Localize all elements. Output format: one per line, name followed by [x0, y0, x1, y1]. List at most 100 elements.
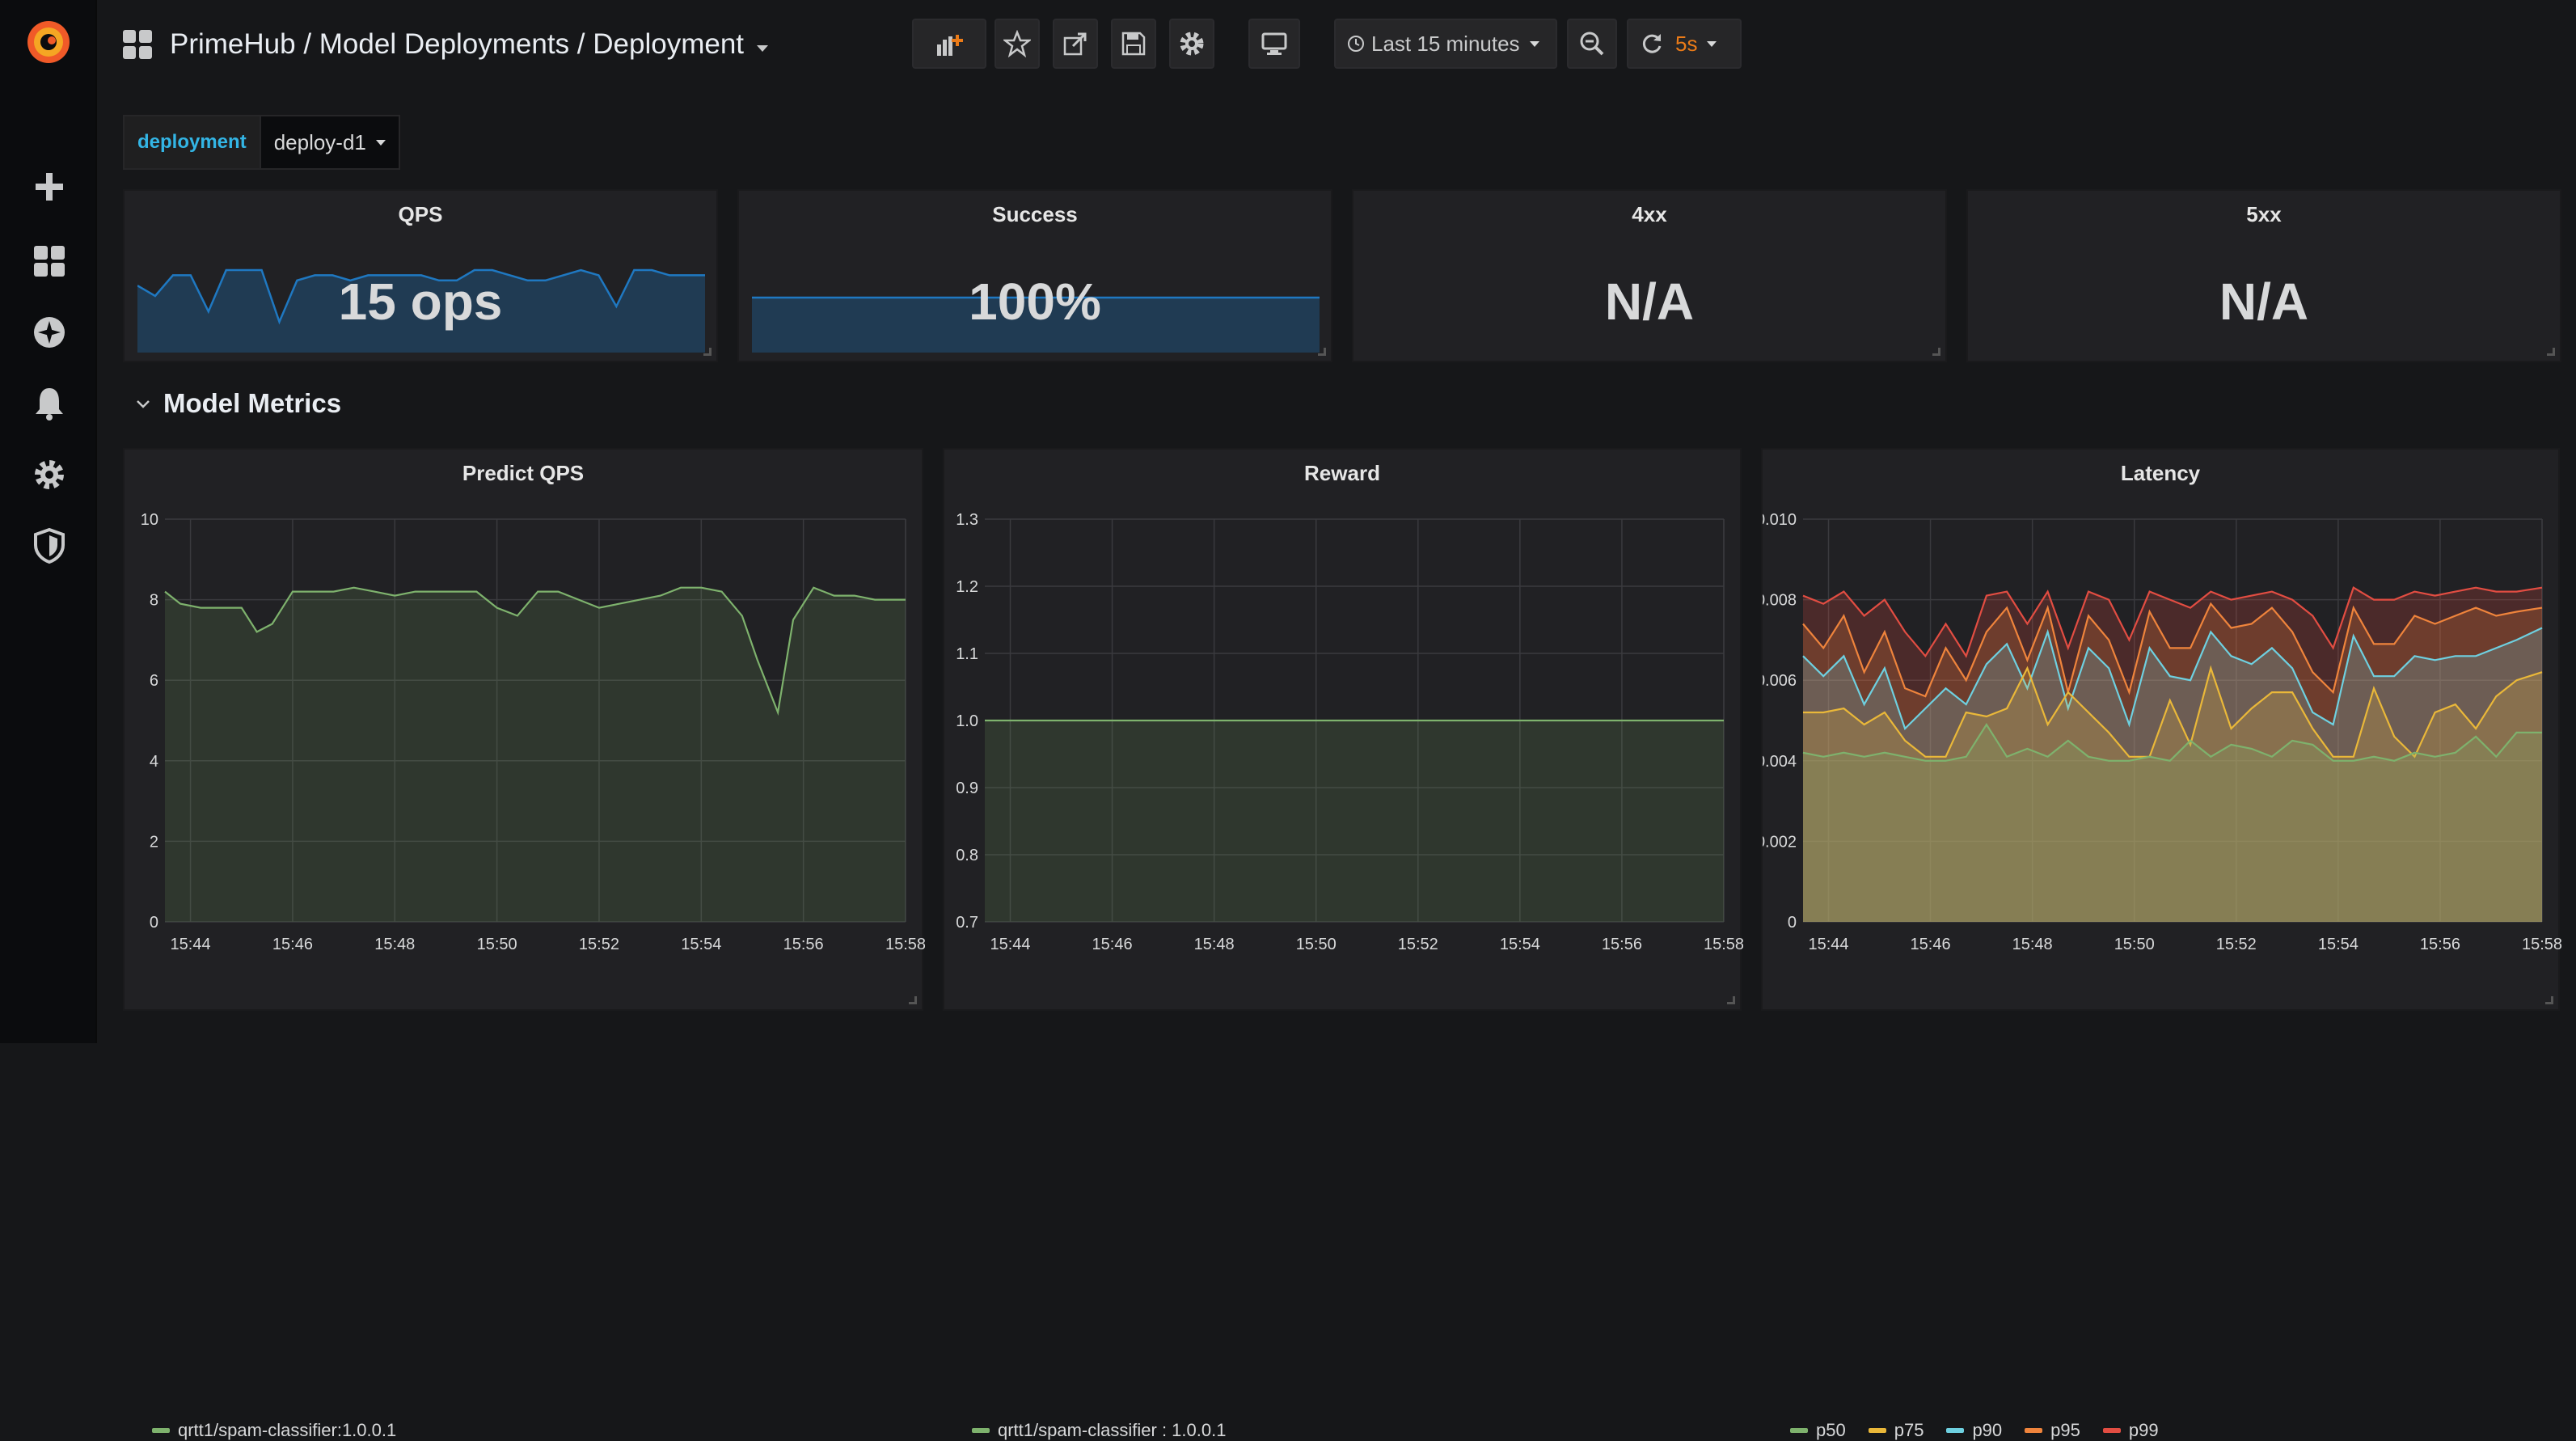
refresh-icon: [1642, 34, 1662, 53]
deployment-variable-select[interactable]: deploy-d1: [260, 115, 400, 170]
stat-value: 15 ops: [338, 273, 503, 331]
x-tick-label: 15:50: [1296, 936, 1337, 953]
add-panel-button[interactable]: [912, 19, 986, 69]
zoom-out-button[interactable]: [1567, 19, 1617, 69]
x-tick-label: 15:50: [2114, 936, 2155, 953]
x-tick-label: 15:58: [2522, 936, 2561, 953]
zoom-out-icon: [1580, 32, 1604, 56]
refresh-picker-button[interactable]: 5s: [1627, 19, 1742, 69]
add-panel-icon: [937, 35, 963, 56]
explore-compass-icon[interactable]: [31, 314, 68, 351]
y-tick-label: 1.0: [956, 712, 978, 730]
legend-label: qrtt1/spam-classifier : 1.0.0.1: [998, 1420, 1227, 1440]
panel-resize-handle[interactable]: [703, 348, 712, 356]
legend-item[interactable]: p50: [1790, 1420, 1846, 1441]
x-tick-label: 15:56: [1602, 936, 1642, 953]
y-tick-label: 0.008: [1763, 592, 1797, 610]
configuration-gear-icon[interactable]: [31, 456, 68, 493]
grafana-logo-icon[interactable]: [23, 16, 74, 68]
dashboard-title-button[interactable]: PrimeHub / Model Deployments / Deploymen…: [121, 24, 769, 65]
cycle-view-mode-button[interactable]: [1248, 19, 1300, 69]
y-tick-label: 1.2: [956, 578, 978, 596]
side-menu: [0, 0, 97, 1043]
graph-panel-latency[interactable]: 0 0.002 0.004 0.006 0.008 0.010 15:44 15:46 15:4…: [1761, 448, 2561, 1440]
series-area-qrtt1/spam-classifier:1.0.0.1: [165, 587, 906, 922]
chevron-down-icon: [1529, 40, 1539, 47]
dashboard-settings-button[interactable]: [1169, 19, 1214, 69]
legend-item[interactable]: p95: [2025, 1420, 2080, 1441]
legend-swatch: [1790, 1428, 1808, 1433]
stat-panel-qps[interactable]: QPS 15 ops: [123, 189, 718, 362]
x-tick-label: 15:56: [2420, 936, 2460, 953]
monitor-icon: [1261, 32, 1287, 55]
x-tick-label: 15:44: [990, 936, 1030, 953]
panel-title: 5xx: [2246, 202, 2282, 226]
plus-icon[interactable]: [31, 168, 68, 205]
y-tick-label: 0.9: [956, 780, 978, 797]
legend-swatch: [972, 1428, 990, 1433]
dashboard-title: PrimeHub / Model Deployments / Deploymen…: [170, 28, 745, 60]
legend-item[interactable]: qrtt1/spam-classifier:1.0.0.1: [152, 1420, 396, 1441]
save-dashboard-button[interactable]: [1111, 19, 1156, 69]
panel-resize-handle[interactable]: [2547, 348, 2555, 356]
stat-panel-5xx[interactable]: 5xx N/A: [1966, 189, 2561, 362]
row-collapse-toggle[interactable]: Model Metrics: [134, 388, 341, 419]
graph-legend: qrtt1/spam-classifier : 1.0.0.1: [972, 1420, 1226, 1441]
legend-item[interactable]: qrtt1/spam-classifier : 1.0.0.1: [972, 1420, 1226, 1441]
graph-panel-predict-qps[interactable]: 0 2 4 6 8 10 15:44 15:46 15:48 15:50 15:52 15:54 15:…: [123, 448, 925, 1440]
legend-label: qrtt1/spam-classifier:1.0.0.1: [178, 1420, 397, 1440]
stat-value: N/A: [2219, 273, 2309, 331]
time-picker-button[interactable]: Last 15 minutes: [1334, 19, 1557, 69]
share-dashboard-button[interactable]: [1053, 19, 1098, 69]
legend-label: p90: [1972, 1420, 2003, 1440]
stat-panel-4xx[interactable]: 4xx N/A: [1352, 189, 1947, 362]
y-tick-label: 10: [141, 511, 158, 529]
x-tick-label: 15:48: [374, 936, 415, 953]
alerting-bell-icon[interactable]: [31, 385, 68, 422]
y-tick-label: 0.004: [1763, 753, 1797, 771]
variable-label-deployment: deployment: [123, 115, 261, 170]
stat-value: N/A: [1604, 273, 1695, 331]
panel-resize-handle[interactable]: [909, 996, 917, 1004]
legend-swatch: [1868, 1428, 1886, 1433]
x-tick-label: 15:48: [1194, 936, 1235, 953]
dashboards-icon[interactable]: [31, 243, 68, 280]
server-admin-shield-icon[interactable]: [31, 527, 68, 564]
y-tick-label: 8: [150, 592, 158, 610]
star-dashboard-button[interactable]: [995, 19, 1040, 69]
panel-resize-handle[interactable]: [2545, 996, 2553, 1004]
time-range-label: Last 15 minutes: [1371, 31, 1520, 56]
save-icon: [1121, 32, 1146, 56]
graph-legend: qrtt1/spam-classifier:1.0.0.1: [152, 1420, 396, 1441]
y-tick-label: 0.8: [956, 847, 978, 864]
legend-label: p95: [2050, 1420, 2080, 1440]
panel-resize-handle[interactable]: [1318, 348, 1326, 356]
share-icon: [1063, 32, 1087, 56]
x-tick-label: 15:46: [272, 936, 313, 953]
template-variables: deployment deploy-d1: [123, 115, 400, 170]
stat-panel-success[interactable]: Success 100%: [737, 189, 1332, 362]
panel-resize-handle[interactable]: [1932, 348, 1940, 356]
y-tick-label: 0.006: [1763, 672, 1797, 690]
legend-item[interactable]: p90: [1946, 1420, 2002, 1441]
y-tick-label: 4: [150, 753, 158, 771]
x-tick-label: 15:52: [1398, 936, 1438, 953]
panel-title: Latency: [2120, 461, 2201, 485]
y-tick-label: 0: [1788, 914, 1797, 932]
series-area-qrtt1/spam-classifier : 1.0.0.1: [985, 720, 1724, 922]
chevron-down-icon: [137, 400, 150, 408]
y-tick-label: 0.002: [1763, 833, 1797, 851]
legend-swatch: [1946, 1428, 1965, 1433]
variable-value-deployment: deploy-d1: [273, 129, 366, 154]
x-tick-label: 15:56: [783, 936, 824, 953]
panel-resize-handle[interactable]: [1727, 996, 1735, 1004]
chevron-down-icon: [1707, 40, 1717, 47]
refresh-interval-label: 5s: [1675, 31, 1698, 56]
clock-icon: [1348, 36, 1364, 52]
x-tick-label: 15:50: [477, 936, 517, 953]
legend-item[interactable]: p99: [2102, 1420, 2159, 1441]
panel-title: QPS: [398, 202, 443, 226]
graph-panel-reward[interactable]: 0.7 0.8 0.9 1.0 1.1 1.2 1.3 15:44 15:46 15:48 15:5…: [943, 448, 1743, 1440]
legend-item[interactable]: p75: [1868, 1420, 1924, 1441]
stat-value: 100%: [969, 273, 1101, 331]
